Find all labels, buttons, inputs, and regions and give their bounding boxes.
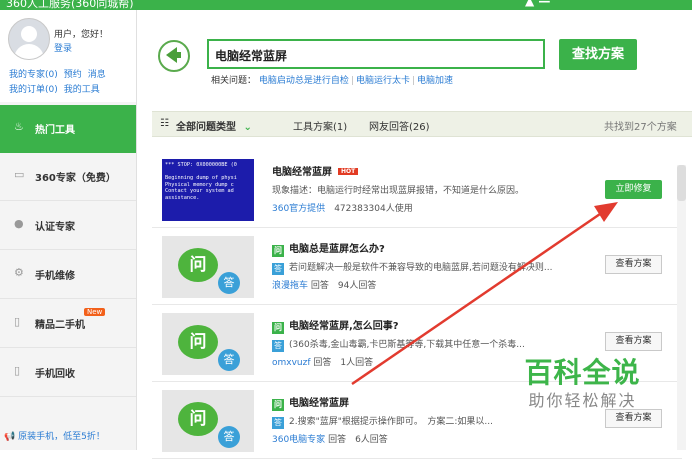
watermark-subtitle: 助你轻松解决 [528,391,637,410]
watermark: 百科全说 助你轻松解决 [505,356,660,412]
watermark-title: 百科全说 [524,356,641,389]
